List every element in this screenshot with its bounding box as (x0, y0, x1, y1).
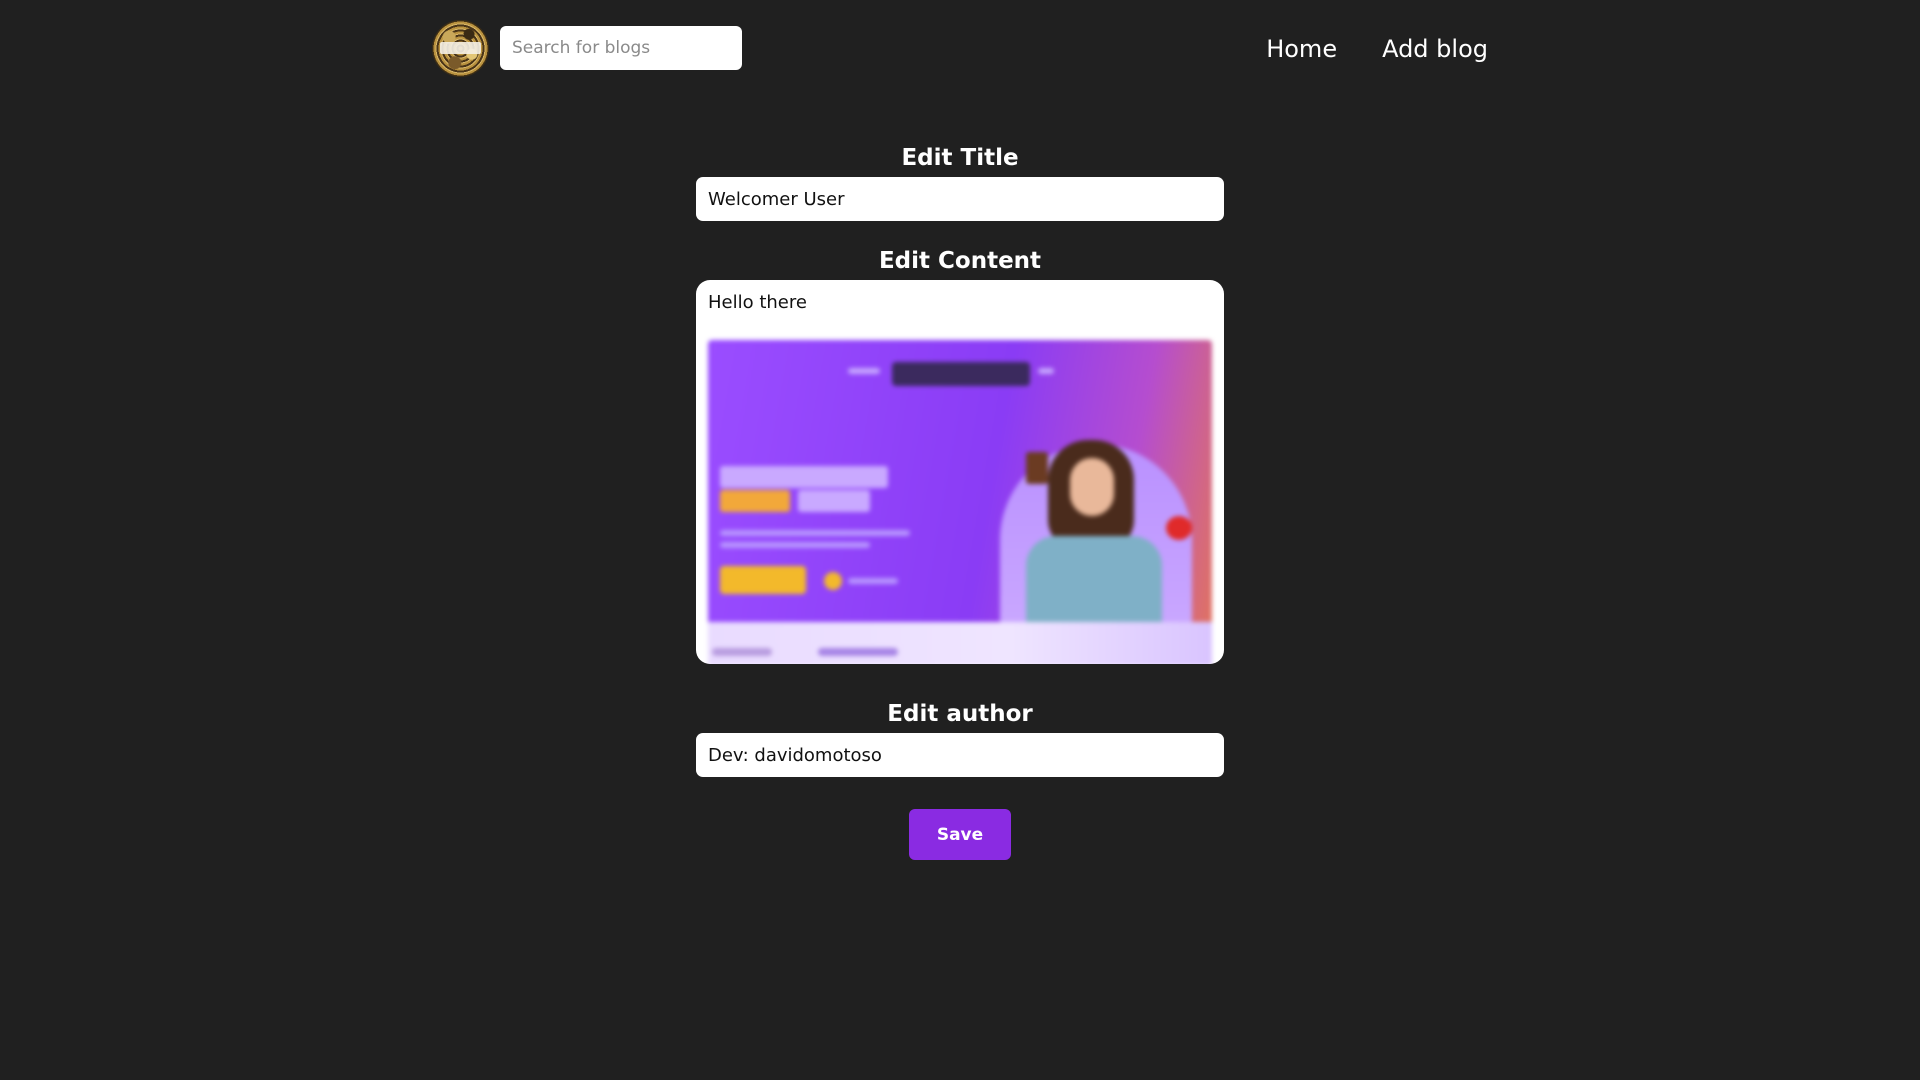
edit-blog-page: Home Add blog Edit Title Edit Content He… (0, 0, 1920, 1080)
image-headline-accent (720, 490, 790, 512)
image-person-face (1070, 458, 1114, 516)
image-play-text (848, 578, 898, 584)
image-subtext (720, 530, 910, 536)
top-navbar: Home Add blog (0, 0, 1920, 98)
image-cta-button (720, 566, 806, 594)
image-subtext (720, 542, 870, 548)
image-person-body (1026, 536, 1162, 632)
save-button-wrap: Save (696, 809, 1224, 860)
image-strip-item (818, 648, 898, 656)
nav-link-add-blog[interactable]: Add blog (1382, 31, 1488, 67)
edit-content-label: Edit Content (878, 248, 1042, 274)
content-text: Hello there (708, 292, 807, 313)
title-input[interactable] (696, 177, 1224, 221)
content-editor[interactable]: Hello there (696, 280, 1224, 664)
image-nav-item (1038, 368, 1054, 374)
edit-title-label: Edit Title (901, 145, 1019, 171)
save-button[interactable]: Save (909, 809, 1011, 860)
image-play-icon (824, 572, 842, 590)
search-input[interactable] (500, 26, 742, 70)
image-nav-item (848, 368, 880, 374)
nav-link-home[interactable]: Home (1266, 31, 1337, 67)
author-input[interactable] (696, 733, 1224, 777)
image-strip-item (712, 648, 772, 656)
main-nav: Home Add blog (1266, 31, 1488, 67)
logo-mark (440, 42, 481, 54)
edit-blog-form: Edit Title Edit Content Hello there (696, 140, 1224, 860)
edit-author-label: Edit author (887, 701, 1033, 727)
image-apple (1166, 516, 1192, 540)
image-bottom-strip (708, 622, 1212, 664)
image-headline (798, 490, 870, 512)
content-image (708, 340, 1212, 664)
image-nav-bar (892, 362, 1030, 386)
image-headline (720, 466, 888, 488)
blog-logo-icon[interactable] (432, 20, 489, 77)
image-chocolate (1026, 452, 1048, 484)
